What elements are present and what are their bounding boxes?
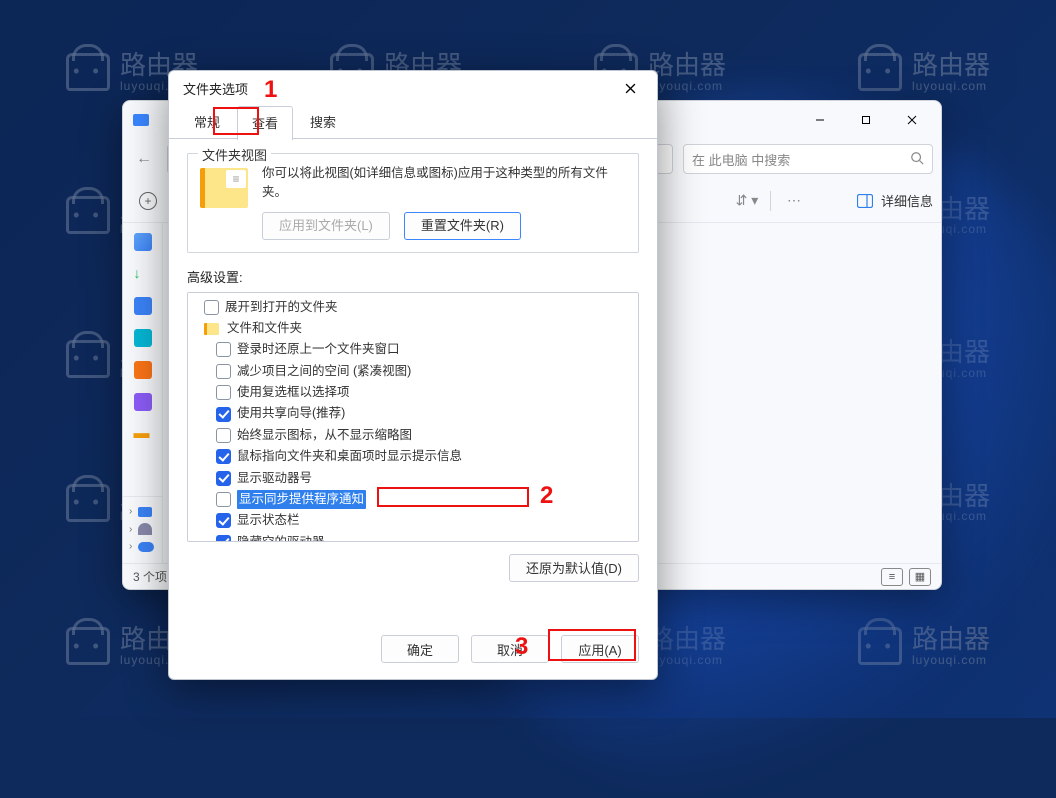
- tab-view[interactable]: 查看: [237, 106, 293, 140]
- sidebar-folder-icon[interactable]: ▬: [134, 425, 152, 443]
- close-button[interactable]: [889, 104, 935, 136]
- checkbox[interactable]: [216, 535, 231, 542]
- advanced-label: 高级设置:: [187, 267, 639, 286]
- advanced-item-label: 文件和文件夹: [227, 319, 302, 338]
- advanced-item[interactable]: 登录时还原上一个文件夹窗口: [194, 339, 632, 360]
- folder-thumb-icon: [200, 168, 248, 208]
- advanced-item[interactable]: 鼠标指向文件夹和桌面项时显示提示信息: [194, 446, 632, 467]
- folder-view-group: 文件夹视图 你可以将此视图(如详细信息或图标)应用于这种类型的所有文件夹。 应用…: [187, 153, 639, 253]
- new-button[interactable]: +: [131, 186, 165, 216]
- explorer-sidebar: ↓ ▬ › › ›: [123, 223, 163, 563]
- folder-view-desc: 你可以将此视图(如详细信息或图标)应用于这种类型的所有文件夹。: [262, 164, 626, 202]
- advanced-item-label: 使用共享向导(推荐): [237, 404, 345, 423]
- folder-icon: [204, 323, 219, 335]
- restore-defaults-button[interactable]: 还原为默认值(D): [509, 554, 639, 582]
- advanced-item-label: 展开到打开的文件夹: [225, 298, 338, 317]
- sidebar-network[interactable]: ›: [123, 520, 162, 538]
- advanced-item-label: 登录时还原上一个文件夹窗口: [237, 340, 400, 359]
- checkbox[interactable]: [216, 428, 231, 443]
- sidebar-this-pc[interactable]: ›: [123, 503, 162, 520]
- checkbox[interactable]: [216, 385, 231, 400]
- view-list-toggle[interactable]: ≡: [881, 568, 903, 586]
- tab-general[interactable]: 常规: [179, 105, 235, 139]
- maximize-button[interactable]: [843, 104, 889, 136]
- checkbox[interactable]: [204, 300, 219, 315]
- search-icon: [910, 151, 924, 168]
- sidebar-downloads-icon[interactable]: ↓: [134, 265, 152, 283]
- checkbox[interactable]: [216, 492, 231, 507]
- advanced-item-label: 减少项目之间的空间 (紧凑视图): [237, 362, 411, 381]
- advanced-item[interactable]: 显示同步提供程序通知: [194, 489, 632, 510]
- dialog-title: 文件夹选项: [183, 79, 248, 98]
- sidebar-documents-icon[interactable]: [134, 297, 152, 315]
- tab-search[interactable]: 搜索: [295, 105, 351, 139]
- folder-view-group-label: 文件夹视图: [198, 145, 271, 164]
- advanced-item-label: 始终显示图标，从不显示缩略图: [237, 426, 412, 445]
- sort-button[interactable]: ⇵ ▾: [732, 186, 762, 216]
- view-grid-toggle[interactable]: ▦: [909, 568, 931, 586]
- sidebar-onedrive[interactable]: ›: [123, 538, 162, 555]
- advanced-item[interactable]: 始终显示图标，从不显示缩略图: [194, 425, 632, 446]
- dialog-tabs: 常规 查看 搜索: [169, 105, 657, 139]
- advanced-item-label: 隐藏空的驱动器: [237, 533, 325, 542]
- details-link-text: 详细信息: [881, 191, 933, 210]
- checkbox[interactable]: [216, 364, 231, 379]
- advanced-item-label: 显示同步提供程序通知: [237, 490, 366, 509]
- cancel-button[interactable]: 取消: [471, 635, 549, 663]
- advanced-item[interactable]: 使用共享向导(推荐): [194, 403, 632, 424]
- reset-folders-button[interactable]: 重置文件夹(R): [404, 212, 521, 240]
- statusbar-item-count: 3 个项: [133, 568, 167, 585]
- sidebar-home-icon[interactable]: [134, 233, 152, 251]
- advanced-item[interactable]: 显示驱动器号: [194, 468, 632, 489]
- back-button[interactable]: ←: [131, 146, 157, 172]
- checkbox[interactable]: [216, 471, 231, 486]
- apply-button[interactable]: 应用(A): [561, 635, 639, 663]
- dialog-close-button[interactable]: [611, 74, 649, 102]
- advanced-item-label: 显示驱动器号: [237, 469, 312, 488]
- advanced-item[interactable]: 文件和文件夹: [194, 318, 632, 339]
- checkbox[interactable]: [216, 407, 231, 422]
- apply-to-folders-button[interactable]: 应用到文件夹(L): [262, 212, 390, 240]
- advanced-item-label: 鼠标指向文件夹和桌面项时显示提示信息: [237, 447, 462, 466]
- checkbox[interactable]: [216, 449, 231, 464]
- search-input[interactable]: 在 此电脑 中搜索: [683, 144, 933, 174]
- sidebar-videos-icon[interactable]: [134, 393, 152, 411]
- advanced-item-label: 显示状态栏: [237, 511, 300, 530]
- ok-button[interactable]: 确定: [381, 635, 459, 663]
- checkbox[interactable]: [216, 342, 231, 357]
- sidebar-music-icon[interactable]: [134, 361, 152, 379]
- advanced-item[interactable]: 隐藏空的驱动器: [194, 532, 632, 542]
- advanced-item[interactable]: 使用复选框以选择项: [194, 382, 632, 403]
- details-pane-toggle[interactable]: 详细信息: [857, 191, 933, 210]
- checkbox[interactable]: [216, 513, 231, 528]
- minimize-button[interactable]: [797, 104, 843, 136]
- advanced-item[interactable]: 减少项目之间的空间 (紧凑视图): [194, 361, 632, 382]
- more-button[interactable]: ⋯: [779, 186, 809, 216]
- advanced-item[interactable]: 显示状态栏: [194, 510, 632, 531]
- advanced-item-label: 使用复选框以选择项: [237, 383, 350, 402]
- dialog-titlebar[interactable]: 文件夹选项: [169, 71, 657, 105]
- folder-options-dialog: 文件夹选项 常规 查看 搜索 文件夹视图 你可以将此视图(如详细信息或图标)应用…: [168, 70, 658, 680]
- advanced-item[interactable]: 展开到打开的文件夹: [194, 297, 632, 318]
- sidebar-pictures-icon[interactable]: [134, 329, 152, 347]
- advanced-settings-list[interactable]: 展开到打开的文件夹文件和文件夹登录时还原上一个文件夹窗口减少项目之间的空间 (紧…: [187, 292, 639, 542]
- this-pc-icon: [133, 114, 149, 126]
- search-placeholder: 在 此电脑 中搜索: [692, 150, 790, 169]
